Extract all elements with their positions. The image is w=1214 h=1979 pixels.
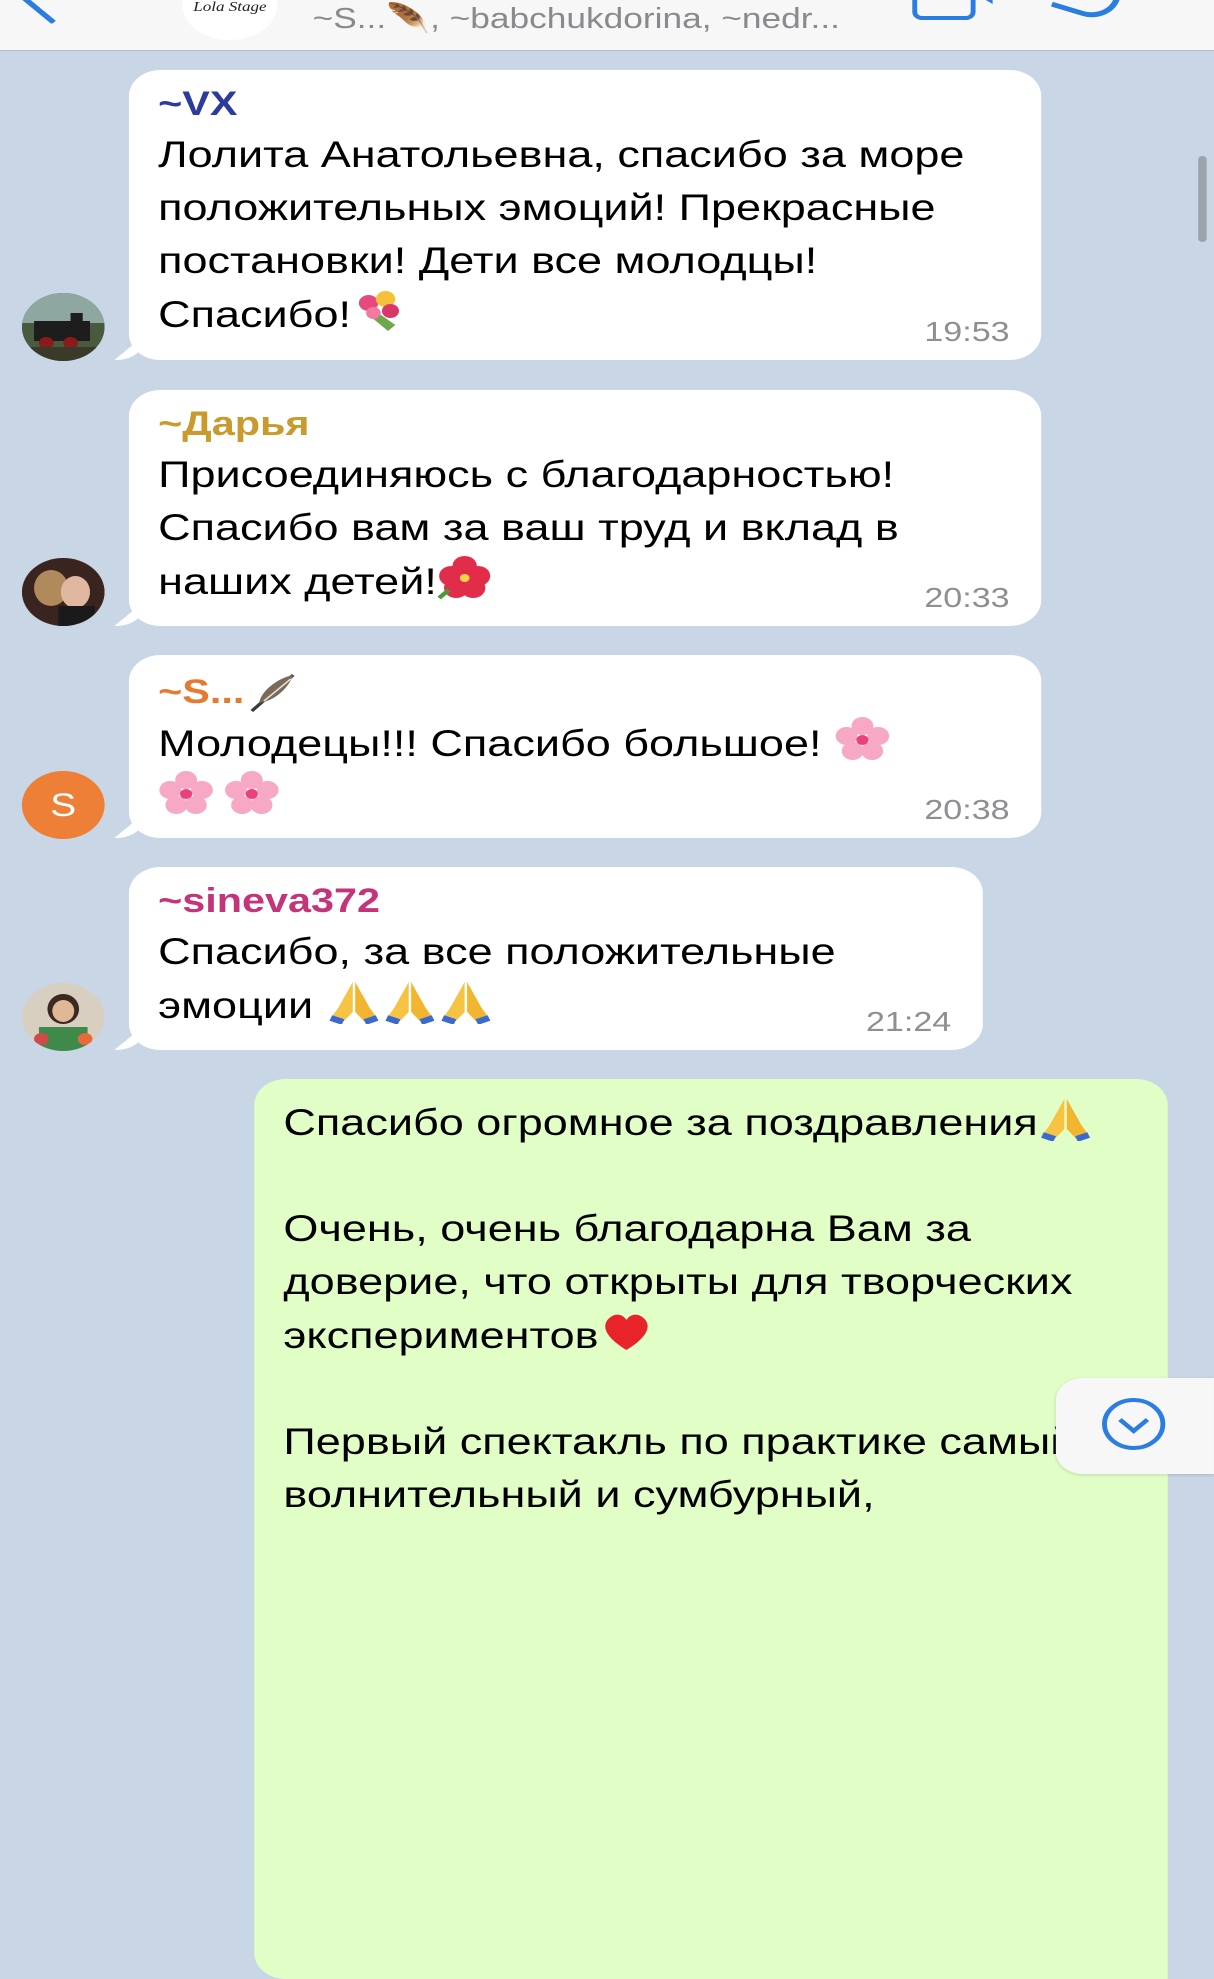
sender-avatar[interactable] [21,558,105,626]
video-call-icon[interactable] [912,0,993,20]
avatar-photo-woman [21,983,105,1051]
cherry-blossom-icon [224,770,280,816]
message-bubble[interactable]: ~Дарья Присоединяюсь с благодарностью! С… [128,390,1042,626]
message-bubble[interactable]: ~sineva372 Спасибо, за все положительные… [128,867,983,1050]
chat-screen: Lola Stage ~S...🪶, ~babchukdorina, ~nedr… [0,0,1214,1979]
chat-members-subtitle[interactable]: ~S...🪶, ~babchukdorina, ~nedr... [313,2,840,36]
message-time: 20:38 [924,794,1010,825]
message-time: 20:33 [924,582,1010,613]
message-time: 21:24 [865,1006,952,1037]
sender-name[interactable]: ~sineva372 [158,881,954,921]
avatar-letter: S [50,787,77,823]
message-bubble[interactable]: ~S... Молодецы!!! Спасибо большое! 20:38 [128,655,1042,838]
avatar-photo-train [21,293,105,361]
message-text: Спасибо, за все положительные эмоции [158,931,849,1026]
folded-hands-icon [438,978,494,1024]
folded-hands-icon [326,978,382,1024]
sender-name[interactable]: ~S... [158,673,244,711]
message-text: Лолита Анатольевна, спасибо за море поло… [158,134,977,335]
group-avatar[interactable]: Lola Stage [182,0,278,40]
chat-header: Lola Stage ~S...🪶, ~babchukdorina, ~nedr… [0,0,1214,51]
sender-avatar[interactable] [21,293,105,361]
cherry-blossom-icon [834,716,890,762]
scrollbar[interactable] [1198,156,1207,242]
scroll-down-button[interactable] [1055,1378,1214,1474]
avatar-photo-couple [21,558,105,626]
outgoing-paragraph-3: Первый спектакль по практике самый волни… [283,1421,1076,1515]
message-time: 19:53 [924,316,1010,347]
hibiscus-icon [437,554,493,600]
red-heart-icon [599,1308,655,1354]
sender-avatar[interactable]: S [21,771,105,839]
bouquet-icon [351,287,407,333]
phone-call-icon[interactable] [1050,0,1133,25]
folded-hands-icon [1038,1095,1094,1141]
sender-name[interactable]: ~VX [158,84,1012,124]
group-logo-text: Lola Stage [193,0,267,15]
sender-avatar[interactable] [21,983,105,1051]
message-text: Молодецы!!! Спасибо большое! [158,723,822,764]
feather-icon [244,669,295,713]
message-text: Присоединяюсь с благодарностью! Спасибо … [158,454,912,602]
outgoing-paragraph-1: Спасибо огромное за поздравления [283,1102,1038,1143]
cherry-blossom-icon [158,770,214,816]
folded-hands-icon [382,978,438,1024]
sender-name[interactable]: ~Дарья [158,404,1012,444]
outgoing-paragraph-2: Очень, очень благодарна Вам за доверие, … [283,1208,1085,1356]
message-bubble[interactable]: ~VX Лолита Анатольевна, спасибо за море … [128,70,1042,360]
outgoing-message-bubble[interactable]: Спасибо огромное за поздравления Очень, … [254,1079,1168,1979]
back-chevron-icon[interactable] [12,0,91,25]
scroll-down-icon [1102,1398,1166,1450]
